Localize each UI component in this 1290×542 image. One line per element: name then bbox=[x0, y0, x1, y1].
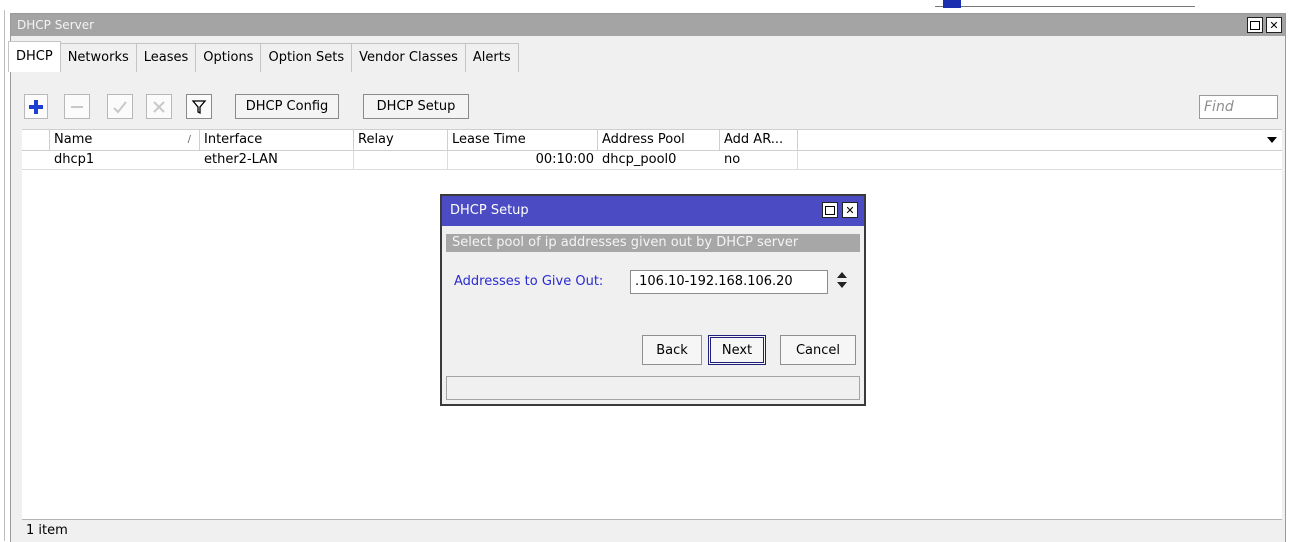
column-header-relay[interactable]: Relay bbox=[354, 130, 448, 150]
column-header-add-arp[interactable]: Add AR... bbox=[720, 130, 798, 150]
dhcp-config-button[interactable]: DHCP Config bbox=[235, 94, 339, 119]
tab-bar: DHCP Networks Leases Options Option Sets… bbox=[8, 41, 519, 72]
background-blue-marker bbox=[943, 0, 961, 8]
column-label: Name bbox=[54, 132, 93, 147]
cell-add-arp: no bbox=[720, 151, 798, 169]
cell-interface: ether2-LAN bbox=[200, 151, 354, 169]
maximize-icon[interactable] bbox=[1247, 17, 1263, 33]
minus-icon bbox=[71, 105, 83, 108]
filter-icon bbox=[191, 99, 207, 114]
column-header-address-pool[interactable]: Address Pool bbox=[598, 130, 720, 150]
dhcp-setup-button[interactable]: DHCP Setup bbox=[363, 94, 469, 119]
enable-button[interactable] bbox=[107, 94, 133, 119]
dialog-status-bar bbox=[446, 376, 860, 400]
status-bar: 1 item bbox=[22, 519, 1282, 541]
row-spacer bbox=[22, 151, 50, 169]
dialog-title: DHCP Setup bbox=[450, 203, 529, 218]
close-icon[interactable]: ✕ bbox=[1266, 17, 1282, 33]
background-window-edge bbox=[0, 10, 5, 541]
column-header-name[interactable]: Name / bbox=[50, 130, 200, 150]
window-title: DHCP Server bbox=[17, 18, 95, 32]
toolbar: DHCP Config DHCP Setup bbox=[10, 94, 1284, 120]
dhcp-setup-dialog: DHCP Setup ✕ Select pool of ip addresses… bbox=[440, 194, 866, 406]
table-row[interactable]: dhcp1 ether2-LAN 00:10:00 dhcp_pool0 no bbox=[22, 151, 1282, 170]
cross-icon bbox=[153, 100, 165, 113]
tab-alerts[interactable]: Alerts bbox=[464, 43, 519, 72]
spinner-icon[interactable] bbox=[835, 271, 849, 293]
column-header-interface[interactable]: Interface bbox=[200, 130, 354, 150]
addresses-input[interactable]: .106.10-192.168.106.20 bbox=[630, 270, 828, 294]
column-header-lease-time[interactable]: Lease Time bbox=[448, 130, 598, 150]
tab-vendor-classes[interactable]: Vendor Classes bbox=[351, 43, 466, 72]
window-title-bar[interactable]: DHCP Server ✕ bbox=[11, 14, 1285, 36]
dialog-title-bar[interactable]: DHCP Setup ✕ bbox=[442, 196, 864, 226]
add-button[interactable] bbox=[24, 94, 48, 119]
column-chooser-icon[interactable] bbox=[1266, 134, 1278, 149]
dialog-close-icon[interactable]: ✕ bbox=[842, 202, 858, 218]
next-button[interactable]: Next bbox=[708, 335, 766, 365]
background-toolbar-edge bbox=[935, 0, 1195, 7]
cell-name: dhcp1 bbox=[54, 152, 95, 167]
tab-options[interactable]: Options bbox=[195, 43, 262, 72]
header-spacer bbox=[22, 130, 50, 150]
disable-button[interactable] bbox=[146, 94, 172, 119]
tab-networks[interactable]: Networks bbox=[59, 43, 137, 72]
dialog-maximize-icon[interactable] bbox=[822, 202, 838, 218]
remove-button[interactable] bbox=[64, 94, 90, 119]
sort-indicator-icon: / bbox=[187, 134, 191, 145]
cell-lease-time: 00:10:00 bbox=[535, 152, 594, 167]
find-input[interactable]: Find bbox=[1199, 95, 1278, 119]
cell-address-pool: dhcp_pool0 bbox=[602, 152, 677, 167]
cell-relay bbox=[354, 151, 448, 169]
cancel-button[interactable]: Cancel bbox=[780, 335, 856, 365]
back-button[interactable]: Back bbox=[642, 335, 702, 365]
plus-icon bbox=[29, 99, 43, 114]
addresses-label: Addresses to Give Out: bbox=[454, 274, 604, 289]
table-header: Name / Interface Relay Lease Time Addres… bbox=[22, 130, 1282, 151]
tab-leases[interactable]: Leases bbox=[135, 43, 197, 72]
background-taskbar-strip bbox=[0, 0, 1290, 10]
tab-dhcp[interactable]: DHCP bbox=[8, 41, 61, 72]
dialog-subtitle: Select pool of ip addresses given out by… bbox=[446, 234, 860, 252]
filter-button[interactable] bbox=[186, 94, 212, 119]
check-icon bbox=[113, 100, 127, 113]
tab-option-sets[interactable]: Option Sets bbox=[260, 43, 353, 72]
